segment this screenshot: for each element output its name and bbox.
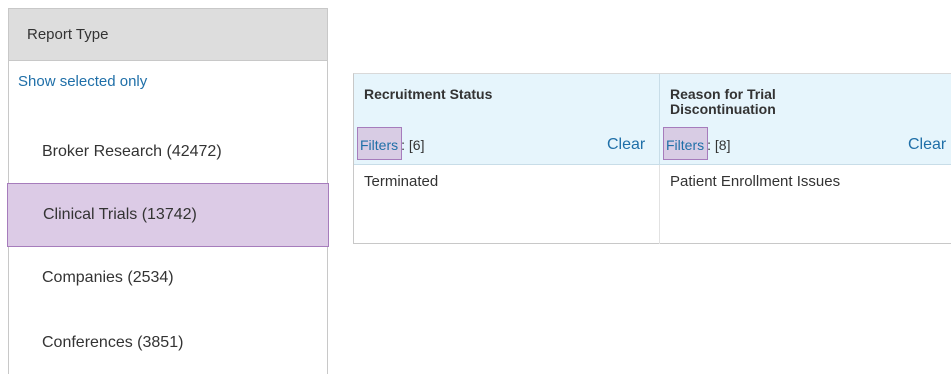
results-grid: Recruitment Status Filters: [6] Clear Re… [353,73,951,244]
column-header-recruitment-status: Recruitment Status Filters: [6] Clear [354,74,660,165]
report-type-item-companies[interactable]: Companies (2534) [9,246,327,310]
report-type-header: Report Type [9,9,327,61]
column-title: Recruitment Status [364,86,493,102]
filters-link[interactable]: Filters [356,127,403,160]
report-type-panel: Report Type Show selected only Broker Re… [7,8,329,375]
report-type-item-label: Clinical Trials (13742) [43,206,197,223]
report-type-item-conferences[interactable]: Conferences (3851) [9,311,327,375]
show-selected-only-link[interactable]: Show selected only [18,73,147,90]
clear-filters-link[interactable]: Clear [908,136,946,154]
clear-filters-link[interactable]: Clear [607,136,645,154]
report-type-item-label: Broker Research (42472) [42,143,222,160]
report-type-title: Report Type [27,26,109,43]
table-cell-reason-for-trial-discontinuation: Patient Enrollment Issues [670,173,841,190]
column-header-reason-for-trial-discontinuation: Reason for Trial Discontinuation Filters… [660,74,951,165]
report-type-item-label: Conferences (3851) [42,334,184,351]
table-cell-recruitment-status: Terminated [354,165,660,244]
filters-row: Filters: [6] [356,127,425,160]
report-type-item-broker-research[interactable]: Broker Research (42472) [9,120,327,184]
filters-link[interactable]: Filters [662,127,709,160]
filters-count: : [6] [401,137,425,153]
column-title: Reason for Trial Discontinuation [670,86,776,117]
filters-count: : [8] [707,137,731,153]
report-type-item-label: Companies (2534) [42,269,174,286]
report-type-item-clinical-trials[interactable]: Clinical Trials (13742) [7,183,329,247]
filters-row: Filters: [8] [662,127,731,160]
